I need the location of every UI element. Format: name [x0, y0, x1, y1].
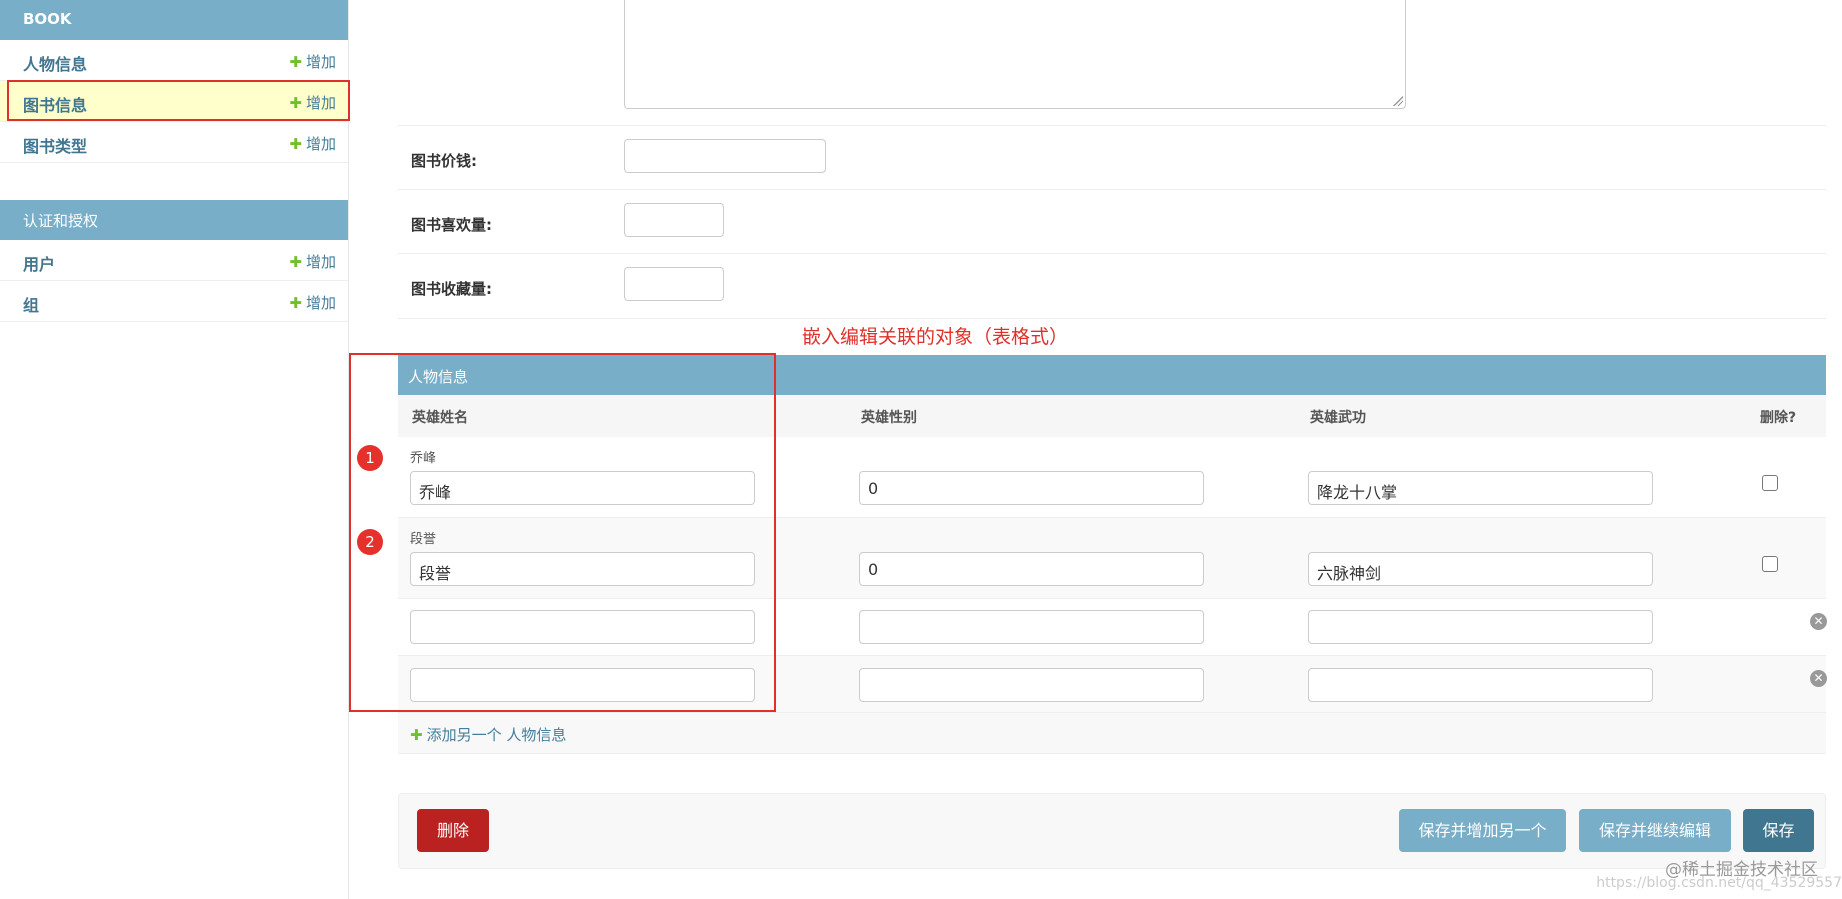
sidebar-item-person-link[interactable]: 人物信息: [23, 51, 87, 75]
sidebar-item-person: 人物信息 ✚ 增加: [0, 40, 348, 81]
sidebar-item-groups-add[interactable]: ✚ 增加: [289, 292, 336, 313]
favorites-input[interactable]: [624, 267, 724, 301]
submit-row: 删除 保存并增加另一个 保存并继续编辑 保存: [398, 793, 1826, 869]
hero-skill-input[interactable]: 六脉神剑: [1308, 552, 1653, 586]
sidebar-item-users: 用户 ✚ 增加: [0, 240, 348, 281]
book-description-textarea[interactable]: [624, 0, 1406, 109]
likes-label: 图书喜欢量:: [411, 216, 492, 234]
plus-icon: ✚: [289, 53, 302, 71]
delete-checkbox[interactable]: [1762, 556, 1778, 572]
save-and-continue-button[interactable]: 保存并继续编辑: [1579, 809, 1731, 852]
favorites-label: 图书收藏量:: [411, 280, 492, 298]
col-head-delete: 删除?: [1760, 410, 1797, 426]
divider: [398, 189, 1826, 190]
watermark-url: https://blog.csdn.net/qq_43529557: [1596, 875, 1842, 891]
add-label: 增加: [305, 53, 336, 71]
add-another-label: 添加另一个 人物信息: [426, 726, 567, 744]
hero-skill-input[interactable]: 降龙十八掌: [1308, 471, 1653, 505]
sidebar-item-users-link[interactable]: 用户: [23, 251, 55, 275]
add-label: 增加: [305, 135, 336, 153]
hero-skill-input[interactable]: [1308, 610, 1653, 644]
resize-grip-icon[interactable]: [1393, 96, 1403, 106]
sidebar-item-groups-link[interactable]: 组: [23, 292, 39, 316]
sidebar-item-person-add[interactable]: ✚ 增加: [289, 51, 336, 72]
sidebar-item-booktype: 图书类型 ✚ 增加: [0, 122, 348, 163]
price-input[interactable]: [624, 139, 826, 173]
save-button[interactable]: 保存: [1743, 809, 1814, 852]
number-badge-2: 2: [357, 529, 383, 555]
sidebar-item-booktype-add[interactable]: ✚ 增加: [289, 133, 336, 154]
hero-gender-input[interactable]: 0: [859, 552, 1204, 586]
col-head-gender: 英雄性别: [861, 410, 917, 426]
hero-gender-input[interactable]: [859, 610, 1204, 644]
save-and-add-another-button[interactable]: 保存并增加另一个: [1399, 809, 1566, 852]
add-label: 增加: [305, 294, 336, 312]
delete-button[interactable]: 删除: [417, 809, 489, 852]
highlight-box-inline: [349, 353, 776, 712]
plus-icon: ✚: [289, 253, 302, 271]
close-circle-icon[interactable]: ✕: [1810, 670, 1827, 687]
add-another-link[interactable]: ✚ 添加另一个 人物信息: [410, 724, 566, 745]
sidebar-item-users-add[interactable]: ✚ 增加: [289, 251, 336, 272]
annotation-text: 嵌入编辑关联的对象（表格式）: [802, 326, 1069, 348]
sidebar-item-groups: 组 ✚ 增加: [0, 281, 348, 322]
sidebar: BOOK 人物信息 ✚ 增加 图书信息 ✚ 增加 图书类型 ✚ 增加 认证和授权 用户…: [0, 0, 349, 899]
likes-input[interactable]: [624, 203, 724, 237]
col-head-skill: 英雄武功: [1310, 410, 1366, 426]
plus-icon: ✚: [410, 726, 423, 744]
app-caption-book[interactable]: BOOK: [0, 0, 348, 40]
app-caption-auth[interactable]: 认证和授权: [0, 200, 348, 240]
add-label: 增加: [305, 253, 336, 271]
plus-icon: ✚: [289, 294, 302, 312]
add-another-row: ✚ 添加另一个 人物信息: [398, 713, 1826, 754]
hero-gender-input[interactable]: [859, 668, 1204, 702]
sidebar-item-booktype-link[interactable]: 图书类型: [23, 133, 87, 157]
hero-skill-input[interactable]: [1308, 668, 1653, 702]
divider: [398, 125, 1826, 126]
delete-checkbox[interactable]: [1762, 475, 1778, 491]
highlight-box-sidebar: [7, 80, 350, 121]
hero-gender-input[interactable]: 0: [859, 471, 1204, 505]
divider: [398, 253, 1826, 254]
plus-icon: ✚: [289, 135, 302, 153]
price-label: 图书价钱:: [411, 152, 477, 170]
number-badge-1: 1: [357, 445, 383, 471]
divider: [398, 318, 1826, 319]
close-circle-icon[interactable]: ✕: [1810, 613, 1827, 630]
